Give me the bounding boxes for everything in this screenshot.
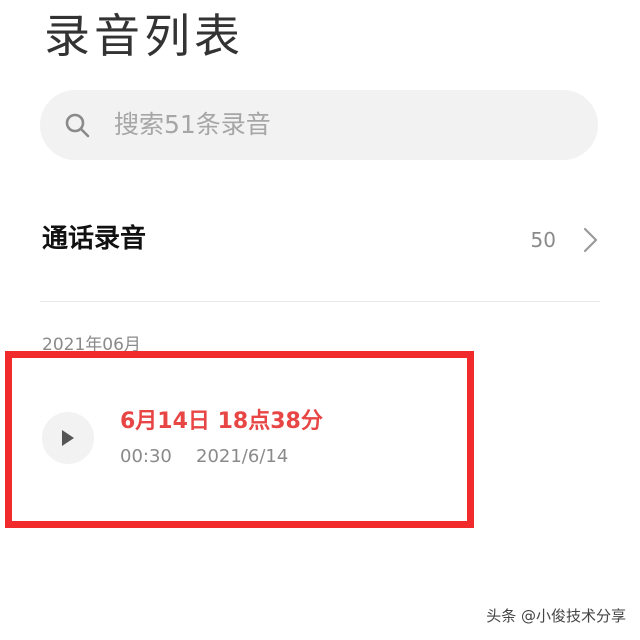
recording-title[interactable]: 6月14日 18点38分 [120,406,323,438]
chevron-right-icon [583,227,598,253]
search-bar[interactable]: 搜索51条录音 [40,90,598,160]
play-button[interactable] [42,412,94,464]
call-recordings-label: 通话录音 [42,224,147,254]
recording-duration: 00:30 [120,446,172,467]
call-recordings-count: 50 [530,228,556,252]
page-title: 录音列表 [44,9,244,63]
play-icon [62,430,74,446]
search-placeholder: 搜索51条录音 [114,110,271,139]
search-icon [65,113,90,138]
watermark: 头条 @小俊技术分享 [486,607,626,625]
recording-date: 2021/6/14 [196,446,289,467]
call-recordings-row[interactable]: 通话录音 50 [40,208,600,278]
recordings-screen: 录音列表 搜索51条录音 通话录音 50 2021年06月 6月14日 18点3… [0,0,640,640]
divider [40,301,600,302]
